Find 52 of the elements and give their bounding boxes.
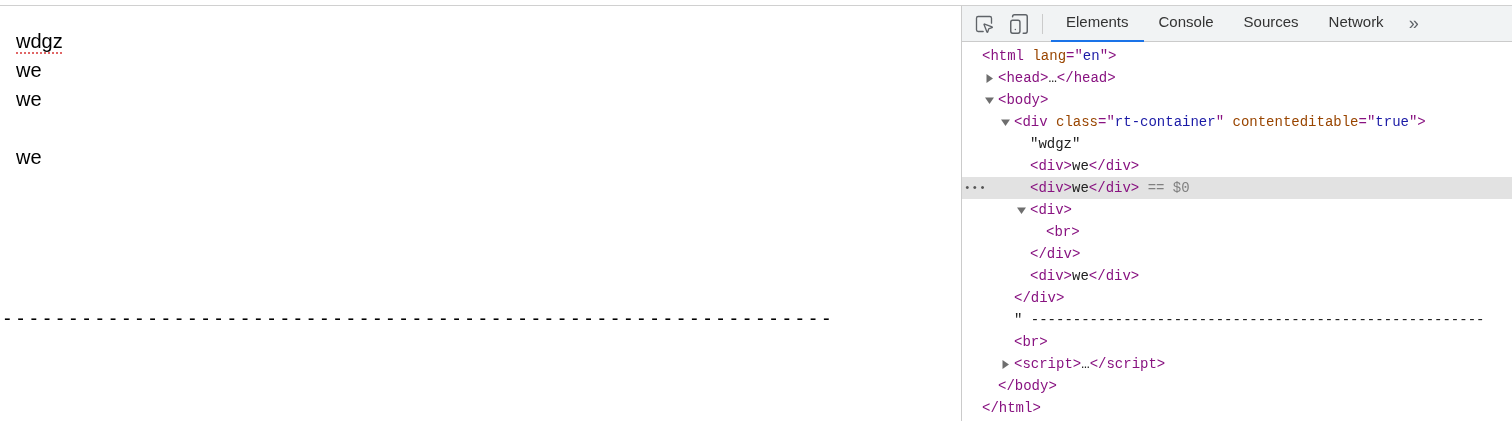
node-markup: <html lang="en"> bbox=[982, 46, 1117, 66]
tree-row[interactable]: <head>…</head> bbox=[962, 67, 1512, 89]
node-markup: </html> bbox=[982, 398, 1041, 418]
tree-row[interactable]: </div> bbox=[962, 243, 1512, 265]
node-markup: </body> bbox=[998, 376, 1057, 396]
tree-row[interactable]: "wdgz" bbox=[962, 133, 1512, 155]
node-markup: <head>…</head> bbox=[998, 68, 1116, 88]
node-markup: <body> bbox=[998, 90, 1049, 110]
node-markup: <div> bbox=[1030, 200, 1072, 220]
dashed-separator-text: --------------------------------------------------------------- bbox=[4, 307, 837, 329]
node-markup: <br> bbox=[1046, 222, 1080, 242]
devtools-tab[interactable]: Console bbox=[1143, 5, 1229, 42]
editable-text-line: we bbox=[16, 87, 42, 112]
tree-row[interactable]: </html> bbox=[962, 397, 1512, 419]
row-menu-dots[interactable]: ••• bbox=[964, 179, 987, 197]
more-tabs-button[interactable]: » bbox=[1398, 10, 1429, 37]
tree-row[interactable]: <div> bbox=[962, 199, 1512, 221]
tree-row[interactable]: <div>we</div> bbox=[962, 265, 1512, 287]
node-markup: <script>…</script> bbox=[1014, 354, 1166, 374]
device-toggle-icon[interactable] bbox=[1008, 12, 1030, 35]
node-markup: </div> bbox=[1030, 244, 1081, 264]
tree-row[interactable]: " ------------------------------------------------------ bbox=[962, 309, 1512, 331]
node-markup: <div class="rt-container" contenteditable="true"> bbox=[1014, 112, 1426, 132]
node-markup: <div>we</div> bbox=[1030, 156, 1140, 176]
tree-row[interactable]: </body> bbox=[962, 375, 1512, 397]
expanded-arrow-icon[interactable] bbox=[985, 95, 994, 105]
editable-text-line: we bbox=[16, 58, 42, 83]
inspect-element-icon[interactable] bbox=[974, 13, 994, 34]
node-markup: <div>we</div> == $0 bbox=[1030, 178, 1190, 198]
devtools-tab[interactable]: Sources bbox=[1228, 5, 1314, 42]
tree-row[interactable]: </div> bbox=[962, 287, 1512, 309]
editable-text-line: we bbox=[16, 145, 42, 170]
node-markup: " ------------------------------------------------------ bbox=[1014, 310, 1485, 330]
node-markup: </div> bbox=[1014, 288, 1065, 308]
node-markup: <br> bbox=[1014, 332, 1048, 352]
tree-row[interactable]: <body> bbox=[962, 89, 1512, 111]
expanded-arrow-icon[interactable] bbox=[1001, 117, 1010, 127]
devtools-tab[interactable]: Elements bbox=[1051, 5, 1144, 42]
node-markup: <div>we</div> bbox=[1030, 266, 1140, 286]
collapsed-arrow-icon[interactable] bbox=[985, 73, 994, 83]
expanded-arrow-icon[interactable] bbox=[1017, 205, 1026, 215]
tree-row[interactable]: <br> bbox=[962, 331, 1512, 353]
collapsed-arrow-icon[interactable] bbox=[1001, 359, 1010, 369]
tree-row[interactable]: <div class="rt-container" contenteditable="true"> bbox=[962, 111, 1512, 133]
tree-row[interactable]: <div>we</div> bbox=[962, 155, 1512, 177]
devtools-tab[interactable]: Network bbox=[1313, 5, 1399, 42]
tree-row[interactable]: <br> bbox=[962, 221, 1512, 243]
node-markup: "wdgz" bbox=[1030, 134, 1081, 154]
tree-row[interactable]: <html lang="en"> bbox=[962, 45, 1512, 67]
tree-row[interactable]: <script>…</script> bbox=[962, 353, 1512, 375]
selected-tree-row[interactable]: ••• <div>we</div> == $0 bbox=[962, 177, 1512, 199]
editable-text-line: wdgz bbox=[16, 29, 63, 54]
